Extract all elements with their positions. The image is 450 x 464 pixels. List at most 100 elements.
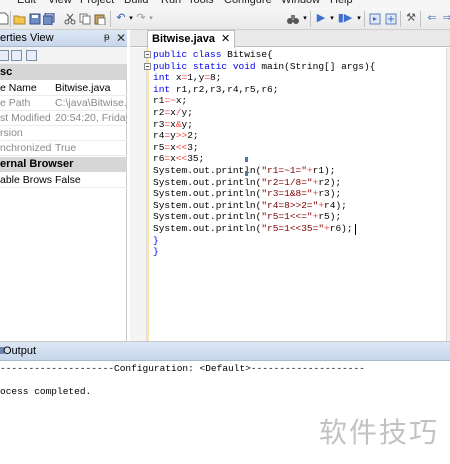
close-icon[interactable]: ✕ (116, 31, 126, 45)
property-row-file-name[interactable]: e Name Bitwise.java (0, 81, 127, 96)
code-line: public static void main(String[] args){ (153, 61, 375, 73)
code-token: r1 (153, 95, 165, 107)
code-token: r6 (153, 153, 165, 165)
categorize-icon[interactable] (11, 50, 22, 61)
zoom-icon[interactable] (384, 12, 398, 25)
code-token: r1); (312, 164, 336, 176)
watermark: 软件技巧 (319, 416, 440, 449)
tab-bitwise-java[interactable]: Bitwise.java ✕ (147, 30, 236, 48)
arrow-icon[interactable]: ⇒ (440, 12, 450, 25)
debug-icon[interactable]: ▮▶ (338, 12, 353, 25)
code-line: System.out.println("r2=1/8="+r2); (153, 177, 375, 189)
property-key: e Name (0, 82, 37, 94)
save-all-icon[interactable] (42, 12, 56, 25)
toolbar-separator (10, 11, 11, 27)
code-line: System.out.println("r4=8>>2="+r4); (153, 200, 375, 212)
code-token: y; (181, 106, 193, 118)
property-row-version[interactable]: rsion (0, 126, 127, 141)
gear-icon[interactable]: ⚒ (404, 12, 418, 25)
fold-icon[interactable] (144, 63, 151, 70)
code-line: r3=x&y; (153, 119, 375, 131)
category-external-browser[interactable]: ernal Browser (0, 157, 127, 172)
fold-icon[interactable] (144, 51, 151, 58)
menu-item-project[interactable]: Project (80, 0, 114, 6)
toolbar-separator (110, 11, 111, 27)
menu-item-build[interactable]: Build (124, 0, 148, 6)
vertical-scrollbar[interactable] (446, 48, 450, 341)
code-token: x; (175, 95, 188, 107)
menu-item-edit[interactable]: Edit (17, 0, 36, 6)
output-line: --------------------Configuration: <Defa… (0, 363, 365, 374)
new-file-icon[interactable] (0, 12, 10, 25)
properties-panel: erties View ᵽ ✕ sc e Name Bitwise.java e… (0, 30, 127, 341)
menu-item-run[interactable]: Run (161, 0, 181, 6)
text-caret (355, 224, 356, 235)
property-key: e Path (0, 97, 31, 109)
editor-tab-strip: Bitwise.java ✕ (130, 30, 450, 48)
code-token: << (175, 153, 188, 165)
property-row-synchronized[interactable]: nchronized True (0, 141, 127, 156)
cut-icon[interactable] (63, 12, 77, 25)
code-line: r6=x<<35; (153, 153, 375, 165)
code-token: main(String[] args){ (261, 60, 376, 72)
code-token: int (153, 72, 176, 84)
code-line: int x=1,y=8; (153, 72, 375, 84)
copy-icon[interactable] (78, 12, 92, 25)
code-token: System.out.println( (153, 199, 262, 211)
arrow-left-icon[interactable]: ⇐ (425, 12, 439, 25)
code-line: System.out.println("r3=1&8="+r3); (153, 188, 375, 200)
property-key: nchronized (0, 142, 52, 154)
code-line: int r1,r2,r3,r4,r5,r6; (153, 84, 375, 96)
menu-item-window[interactable]: Window (281, 0, 320, 6)
code-token: r6); (329, 222, 353, 234)
output-titlebar: Output (0, 342, 450, 361)
pin-icon[interactable]: ᵽ (104, 32, 110, 43)
code-token: r2); (318, 176, 342, 188)
category-label: ernal Browser (0, 158, 74, 170)
code-token: public class (153, 49, 228, 60)
code-token: r4 (153, 130, 165, 142)
code-token: System.out.println( (153, 222, 262, 234)
code-token: r5); (318, 211, 342, 223)
properties-toolbar (0, 47, 127, 65)
code-line: } (153, 246, 375, 258)
menu-bar: Edit View Project Build Run Tools Configure Win… (0, 0, 450, 8)
code-line: r5=x<<3; (153, 142, 375, 154)
bookmark-marker (245, 171, 248, 176)
bookmark-marker (245, 157, 248, 162)
menu-item-help[interactable]: Help (330, 0, 353, 6)
code-line: r4=y>>2; (153, 130, 375, 142)
close-icon[interactable]: ✕ (221, 33, 230, 45)
code-token: >> (175, 130, 188, 142)
menu-item-tools[interactable]: Tools (188, 0, 214, 6)
code-token: Bitwise{ (227, 49, 273, 60)
paste-icon[interactable] (93, 12, 107, 25)
property-value: 20:54:20, Friday, (55, 112, 127, 124)
code-token: "r4=8>>2=" (261, 199, 319, 211)
menu-item-configure[interactable]: Configure (224, 0, 272, 6)
property-row-file-path[interactable]: e Path C:\java\Bitwise.jav (0, 96, 127, 111)
output-text[interactable]: --------------------Configuration: <Defa… (0, 363, 365, 398)
properties-page-icon[interactable] (26, 50, 37, 61)
code-token: 8; (210, 72, 222, 84)
chevron-down-icon[interactable]: ▾ (144, 12, 158, 25)
code-token: 3; (187, 141, 199, 153)
code-token: 1,y (187, 72, 205, 84)
open-folder-icon[interactable] (13, 12, 27, 25)
code-area[interactable]: public class Bitwise{public static void … (153, 49, 375, 258)
sort-icon[interactable] (0, 50, 9, 61)
property-row-last-modified[interactable]: st Modified 20:54:20, Friday, (0, 111, 127, 126)
step-icon[interactable] (368, 12, 382, 25)
save-icon[interactable] (28, 12, 42, 25)
code-line: } (153, 235, 375, 247)
code-line: System.out.println("r5=1<<35="+r6); (153, 223, 375, 235)
code-line: System.out.println("r5=1<<="+r5); (153, 211, 375, 223)
property-key: rsion (0, 127, 23, 139)
property-value: True (55, 142, 77, 154)
menu-item-view[interactable]: View (48, 0, 72, 6)
code-token: y; (181, 118, 193, 130)
property-row-enable-browse[interactable]: able Browse False (0, 173, 127, 188)
code-token: "r1=~1=" (261, 164, 307, 176)
category-misc[interactable]: sc (0, 65, 127, 80)
